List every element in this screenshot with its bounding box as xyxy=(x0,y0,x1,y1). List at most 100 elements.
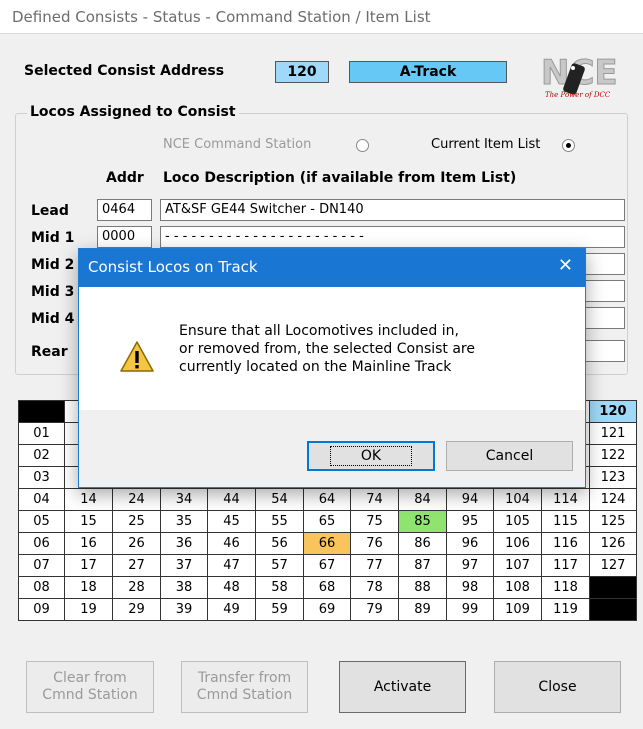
dialog-cancel-button[interactable]: Cancel xyxy=(446,441,573,471)
grid-cell[interactable] xyxy=(589,598,637,621)
grid-cell[interactable]: 56 xyxy=(255,532,304,555)
grid-cell[interactable]: 47 xyxy=(207,554,256,577)
grid-cell[interactable]: 121 xyxy=(589,422,637,445)
grid-cell[interactable]: 85 xyxy=(398,510,447,533)
grid-cell[interactable]: 07 xyxy=(18,554,65,577)
grid-cell[interactable]: 88 xyxy=(398,576,447,599)
grid-cell[interactable]: 99 xyxy=(446,598,494,621)
grid-cell[interactable]: 26 xyxy=(112,532,161,555)
grid-cell[interactable]: 67 xyxy=(303,554,351,577)
grid-cell[interactable]: 122 xyxy=(589,444,637,467)
grid-cell[interactable]: 124 xyxy=(589,488,637,511)
grid-cell[interactable]: 27 xyxy=(112,554,161,577)
grid-cell[interactable]: 89 xyxy=(398,598,447,621)
grid-cell[interactable]: 127 xyxy=(589,554,637,577)
grid-cell[interactable]: 77 xyxy=(350,554,399,577)
grid-cell[interactable]: 87 xyxy=(398,554,447,577)
grid-cell[interactable]: 125 xyxy=(589,510,637,533)
grid-cell[interactable]: 64 xyxy=(303,488,351,511)
grid-cell[interactable]: 36 xyxy=(160,532,208,555)
rear-desc-field[interactable] xyxy=(580,340,625,362)
grid-cell[interactable]: 86 xyxy=(398,532,447,555)
grid-cell[interactable]: 29 xyxy=(112,598,161,621)
grid-cell[interactable]: 68 xyxy=(303,576,351,599)
grid-cell[interactable]: 16 xyxy=(64,532,113,555)
grid-cell[interactable]: 44 xyxy=(207,488,256,511)
mid1-desc-field[interactable]: - - - - - - - - - - - - - - - - - - - - … xyxy=(160,226,625,248)
grid-cell[interactable]: 39 xyxy=(160,598,208,621)
grid-cell[interactable]: 107 xyxy=(493,554,542,577)
grid-cell[interactable]: 117 xyxy=(541,554,590,577)
grid-cell[interactable]: 104 xyxy=(493,488,542,511)
mid2-desc-field[interactable] xyxy=(580,253,625,275)
grid-cell[interactable]: 123 xyxy=(589,466,637,489)
grid-cell[interactable]: 18 xyxy=(64,576,113,599)
lead-addr-field[interactable]: 0464 xyxy=(97,199,152,221)
dialog-close-icon[interactable]: ✕ xyxy=(558,255,573,276)
grid-cell[interactable]: 106 xyxy=(493,532,542,555)
grid-cell[interactable]: 120 xyxy=(589,400,637,423)
grid-cell[interactable]: 126 xyxy=(589,532,637,555)
grid-cell[interactable] xyxy=(18,400,65,423)
grid-cell[interactable]: 55 xyxy=(255,510,304,533)
grid-cell[interactable]: 69 xyxy=(303,598,351,621)
grid-cell[interactable]: 119 xyxy=(541,598,590,621)
grid-cell[interactable] xyxy=(589,576,637,599)
grid-cell[interactable]: 59 xyxy=(255,598,304,621)
mid1-addr-field[interactable]: 0000 xyxy=(97,226,152,248)
mid3-desc-field[interactable] xyxy=(580,280,625,302)
grid-cell[interactable]: 118 xyxy=(541,576,590,599)
grid-cell[interactable]: 15 xyxy=(64,510,113,533)
item-list-source-radio[interactable] xyxy=(562,139,575,152)
grid-cell[interactable]: 65 xyxy=(303,510,351,533)
grid-cell[interactable]: 24 xyxy=(112,488,161,511)
grid-cell[interactable]: 38 xyxy=(160,576,208,599)
grid-cell[interactable]: 25 xyxy=(112,510,161,533)
grid-cell[interactable]: 78 xyxy=(350,576,399,599)
grid-cell[interactable]: 45 xyxy=(207,510,256,533)
grid-cell[interactable]: 97 xyxy=(446,554,494,577)
grid-cell[interactable]: 03 xyxy=(18,466,65,489)
grid-cell[interactable]: 95 xyxy=(446,510,494,533)
grid-cell[interactable]: 76 xyxy=(350,532,399,555)
grid-cell[interactable]: 04 xyxy=(18,488,65,511)
grid-cell[interactable]: 109 xyxy=(493,598,542,621)
grid-cell[interactable]: 58 xyxy=(255,576,304,599)
grid-cell[interactable]: 46 xyxy=(207,532,256,555)
grid-cell[interactable]: 84 xyxy=(398,488,447,511)
transfer-from-station-button[interactable]: Transfer from Cmnd Station xyxy=(181,661,308,713)
grid-cell[interactable]: 35 xyxy=(160,510,208,533)
grid-cell[interactable]: 19 xyxy=(64,598,113,621)
grid-cell[interactable]: 34 xyxy=(160,488,208,511)
grid-cell[interactable]: 96 xyxy=(446,532,494,555)
grid-cell[interactable]: 54 xyxy=(255,488,304,511)
close-button[interactable]: Close xyxy=(494,661,621,713)
grid-cell[interactable]: 17 xyxy=(64,554,113,577)
dialog-ok-button[interactable]: OK xyxy=(307,441,435,471)
mid4-desc-field[interactable] xyxy=(580,307,625,329)
grid-cell[interactable]: 66 xyxy=(303,532,351,555)
grid-cell[interactable]: 08 xyxy=(18,576,65,599)
lead-desc-field[interactable]: AT&SF GE44 Switcher - DN140 xyxy=(160,199,625,221)
grid-cell[interactable]: 75 xyxy=(350,510,399,533)
grid-cell[interactable]: 14 xyxy=(64,488,113,511)
grid-cell[interactable]: 116 xyxy=(541,532,590,555)
grid-cell[interactable]: 108 xyxy=(493,576,542,599)
nce-source-radio[interactable] xyxy=(356,139,369,152)
grid-cell[interactable]: 98 xyxy=(446,576,494,599)
grid-cell[interactable]: 79 xyxy=(350,598,399,621)
grid-cell[interactable]: 09 xyxy=(18,598,65,621)
grid-cell[interactable]: 94 xyxy=(446,488,494,511)
grid-cell[interactable]: 28 xyxy=(112,576,161,599)
grid-cell[interactable]: 02 xyxy=(18,444,65,467)
grid-cell[interactable]: 06 xyxy=(18,532,65,555)
grid-cell[interactable]: 115 xyxy=(541,510,590,533)
activate-button[interactable]: Activate xyxy=(339,661,466,713)
grid-cell[interactable]: 37 xyxy=(160,554,208,577)
grid-cell[interactable]: 74 xyxy=(350,488,399,511)
grid-cell[interactable]: 105 xyxy=(493,510,542,533)
grid-cell[interactable]: 48 xyxy=(207,576,256,599)
clear-from-station-button[interactable]: Clear from Cmnd Station xyxy=(26,661,154,713)
grid-cell[interactable]: 01 xyxy=(18,422,65,445)
grid-cell[interactable]: 05 xyxy=(18,510,65,533)
